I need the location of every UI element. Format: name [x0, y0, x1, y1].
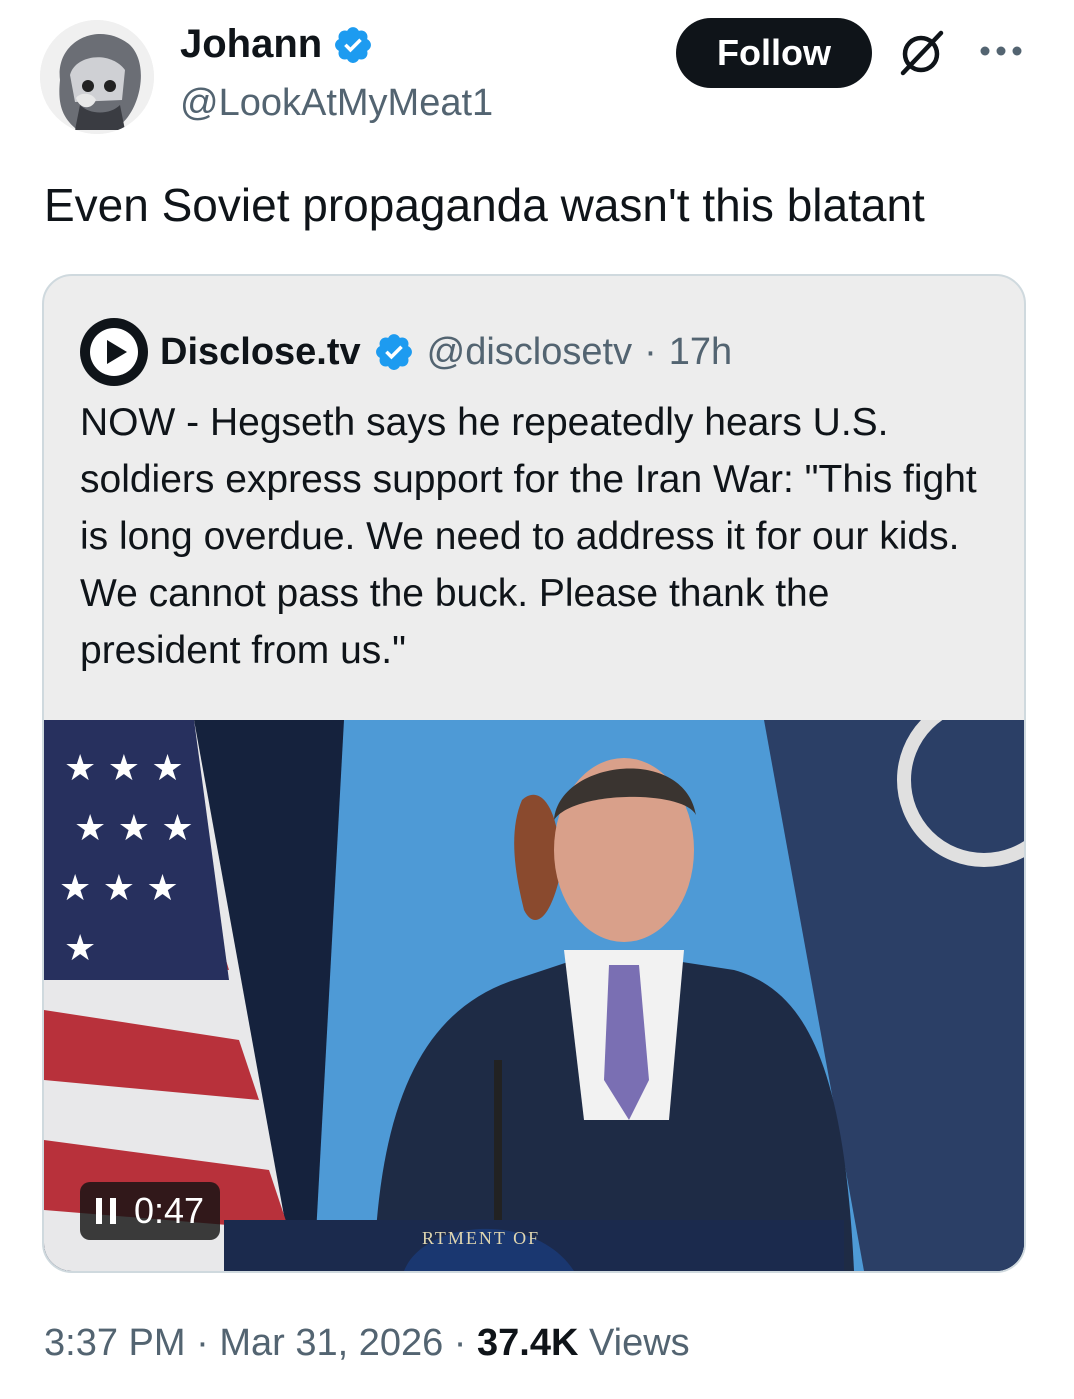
author-name-row[interactable]: Johann — [180, 22, 374, 67]
quoted-tweet[interactable]: Disclose.tv @disclosetv · 17h NOW - Hegs… — [42, 274, 1026, 1273]
views-label: Views — [588, 1322, 690, 1364]
tweet-text: Even Soviet propaganda wasn't this blata… — [44, 179, 925, 231]
separator-dot: · — [453, 1322, 467, 1364]
svg-text:★ ★ ★: ★ ★ ★ — [59, 868, 179, 909]
disclose-tv-logo-icon[interactable] — [80, 318, 148, 386]
quoted-tweet-text: NOW - Hegseth says he repeatedly hears U… — [80, 401, 977, 672]
verified-badge-icon — [375, 334, 412, 370]
separator-dot: · — [196, 1322, 209, 1364]
video-time: 0:47 — [134, 1190, 205, 1231]
tweet-time[interactable]: 3:37 PM — [44, 1322, 186, 1364]
grok-icon[interactable] — [893, 25, 949, 81]
svg-text:★: ★ — [64, 928, 96, 969]
tweet-meta: 3:37 PM · Mar 31, 2026 · 37.4K Views — [44, 1322, 690, 1365]
views-count: 37.4K — [477, 1322, 579, 1364]
author-avatar[interactable] — [40, 20, 154, 134]
svg-text:★ ★ ★: ★ ★ ★ — [74, 808, 194, 849]
anime-avatar-icon — [40, 20, 154, 134]
pause-icon[interactable] — [96, 1198, 116, 1224]
video-player[interactable]: ★ ★ ★ ★ ★ ★ ★ ★ ★ ★ 0:47 RTMENT OF — [44, 720, 1024, 1271]
quoted-author-name[interactable]: Disclose.tv — [160, 331, 361, 374]
svg-text:★ ★ ★: ★ ★ ★ — [64, 748, 184, 789]
author-name[interactable]: Johann — [180, 22, 322, 67]
more-icon[interactable] — [978, 40, 1024, 62]
quoted-tweet-header: Disclose.tv @disclosetv · 17h — [80, 318, 732, 386]
podium-seal-text: RTMENT OF — [422, 1228, 541, 1248]
separator-dot: · — [644, 330, 657, 373]
author-handle[interactable]: @LookAtMyMeat1 — [180, 82, 493, 125]
tweet-date[interactable]: Mar 31, 2026 — [219, 1322, 443, 1364]
quoted-author-handle[interactable]: @disclosetv — [427, 331, 632, 374]
verified-badge-icon — [335, 26, 372, 63]
quoted-timestamp[interactable]: 17h — [669, 331, 732, 374]
video-time-badge[interactable]: 0:47 — [80, 1182, 221, 1240]
follow-button[interactable]: Follow — [676, 18, 872, 88]
